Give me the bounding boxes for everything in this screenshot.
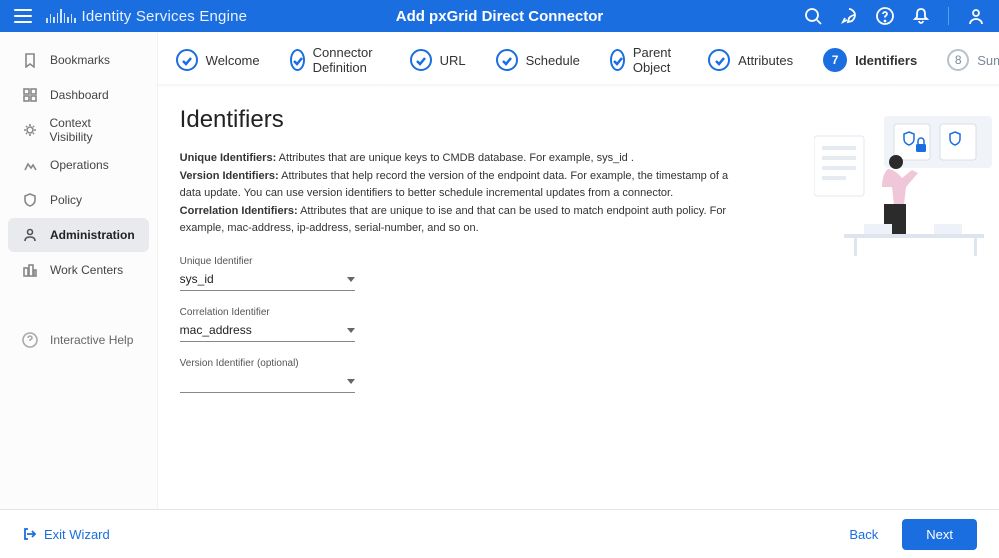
correlation-identifier-select[interactable]: mac_address — [180, 320, 355, 342]
sidebar-label: Administration — [50, 228, 135, 242]
step-label: Connector Definition — [313, 45, 380, 75]
step-attributes[interactable]: Attributes — [708, 49, 793, 71]
desc-bold: Unique Identifiers: — [180, 152, 277, 164]
illustration — [790, 106, 999, 491]
step-label: Identifiers — [855, 53, 917, 68]
bell-icon[interactable] — [912, 7, 930, 25]
step-schedule[interactable]: Schedule — [496, 49, 580, 71]
sidebar-label: Context Visibility — [50, 116, 135, 144]
top-actions — [804, 7, 985, 25]
step-url[interactable]: URL — [410, 49, 466, 71]
desc-bold: Correlation Identifiers: — [180, 205, 298, 217]
chevron-down-icon — [347, 379, 355, 384]
top-bar: Identity Services Engine Add pxGrid Dire… — [0, 0, 999, 32]
step-number: 8 — [947, 49, 969, 71]
check-icon — [292, 55, 303, 66]
field-version: Version Identifier (optional) — [180, 358, 355, 393]
sidebar-item-context[interactable]: Context Visibility — [8, 113, 149, 147]
desc-bold: Version Identifiers: — [180, 170, 279, 182]
sidebar-label: Dashboard — [50, 88, 109, 102]
check-icon — [714, 55, 725, 66]
divider — [948, 7, 949, 25]
exit-label: Exit Wizard — [44, 527, 110, 542]
product-name: Identity Services Engine — [82, 8, 248, 25]
brand-logo: Identity Services Engine — [46, 8, 247, 25]
step-summary[interactable]: 8 Summary — [947, 49, 999, 71]
help-icon[interactable] — [876, 7, 894, 25]
sidebar-item-help[interactable]: Interactive Help — [8, 323, 149, 357]
sidebar-item-bookmarks[interactable]: Bookmarks — [8, 43, 149, 77]
step-label: Welcome — [206, 53, 260, 68]
exit-wizard-link[interactable]: Exit Wizard — [22, 527, 110, 542]
field-label: Correlation Identifier — [180, 307, 355, 318]
step-label: Parent Object — [633, 45, 678, 75]
sidebar-item-administration[interactable]: Administration — [8, 218, 149, 252]
step-number: 7 — [823, 48, 847, 72]
exit-icon — [22, 527, 36, 541]
step-label: Schedule — [526, 53, 580, 68]
sidebar-item-workcenters[interactable]: Work Centers — [8, 253, 149, 287]
next-button[interactable]: Next — [902, 519, 977, 550]
unique-identifier-select[interactable]: sys_id — [180, 269, 355, 291]
sidebar-item-operations[interactable]: Operations — [8, 148, 149, 182]
page-title: Add pxGrid Direct Connector — [396, 8, 604, 25]
check-icon — [612, 55, 623, 66]
sidebar-label: Operations — [50, 158, 109, 172]
sidebar-item-dashboard[interactable]: Dashboard — [8, 78, 149, 112]
main: Welcome Connector Definition URL Schedul… — [158, 32, 999, 509]
field-unique: Unique Identifier sys_id — [180, 256, 355, 291]
step-identifiers[interactable]: 7 Identifiers — [823, 48, 917, 72]
step-parent[interactable]: Parent Object — [610, 45, 678, 75]
sidebar-label: Bookmarks — [50, 53, 110, 67]
step-welcome[interactable]: Welcome — [176, 49, 260, 71]
description: Unique Identifiers: Attributes that are … — [180, 150, 750, 238]
step-label: URL — [440, 53, 466, 68]
field-label: Unique Identifier — [180, 256, 355, 267]
step-label: Attributes — [738, 53, 793, 68]
stepper: Welcome Connector Definition URL Schedul… — [158, 32, 999, 88]
version-identifier-select[interactable] — [180, 371, 355, 393]
check-icon — [181, 55, 192, 66]
content: Identifiers Unique Identifiers: Attribut… — [158, 88, 999, 509]
back-button[interactable]: Back — [849, 527, 878, 542]
step-definition[interactable]: Connector Definition — [290, 45, 380, 75]
sidebar-label: Policy — [50, 193, 82, 207]
field-correlation: Correlation Identifier mac_address — [180, 307, 355, 342]
field-value: mac_address — [180, 323, 252, 337]
content-heading: Identifiers — [180, 106, 750, 134]
field-label: Version Identifier (optional) — [180, 358, 355, 369]
sidebar-item-policy[interactable]: Policy — [8, 183, 149, 217]
check-icon — [501, 55, 512, 66]
chevron-down-icon — [347, 328, 355, 333]
desc-text: Attributes that are unique keys to CMDB … — [276, 152, 634, 164]
step-label: Summary — [977, 53, 999, 68]
footer: Exit Wizard Back Next — [0, 509, 999, 558]
check-icon — [415, 55, 426, 66]
chevron-down-icon — [347, 277, 355, 282]
sidebar-label: Work Centers — [50, 263, 123, 277]
cisco-icon — [46, 9, 76, 23]
field-value: sys_id — [180, 272, 214, 286]
sidebar-label: Interactive Help — [50, 333, 133, 347]
search-icon[interactable] — [804, 7, 822, 25]
sidebar: Bookmarks Dashboard Context Visibility O… — [0, 32, 158, 509]
hamburger-icon[interactable] — [14, 9, 32, 23]
user-icon[interactable] — [967, 7, 985, 25]
rocket-icon[interactable] — [840, 7, 858, 25]
